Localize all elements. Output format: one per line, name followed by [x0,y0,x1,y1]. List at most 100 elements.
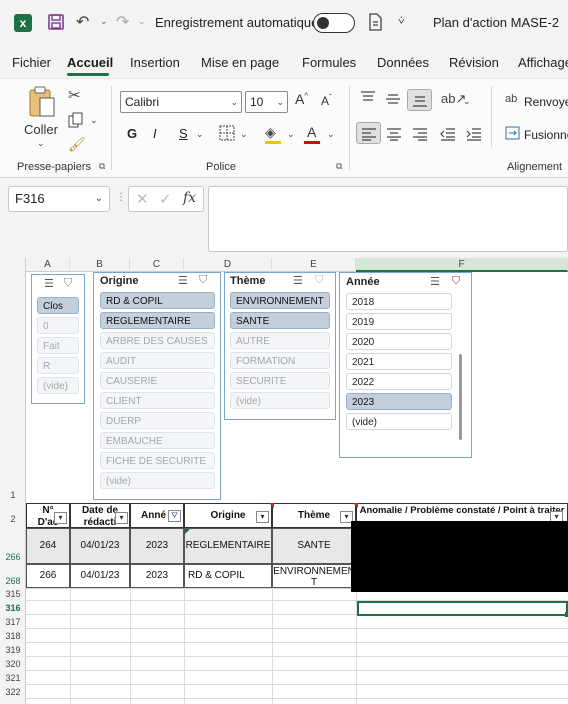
undo-icon[interactable]: ↶ [76,12,89,32]
font-size-select[interactable]: 10 ⌄ [245,91,288,113]
slicer-item[interactable]: ENVIRONNEMENT [230,292,330,309]
slicer-item[interactable]: Fait [37,337,79,354]
row-header[interactable]: 266 [0,552,26,562]
filter-dropdown-icon[interactable]: ▾ [115,512,128,524]
align-left-button[interactable] [356,122,381,144]
fill-color-dropdown-icon[interactable]: ⌄ [287,129,295,140]
row-header[interactable]: 2 [0,514,26,524]
slicer-item[interactable]: AUDIT [100,352,215,369]
tab-mise-en-page[interactable]: Mise en page [201,55,279,70]
row-header[interactable]: 316 [0,603,26,613]
borders-dropdown-icon[interactable]: ⌄ [240,129,248,140]
tab-insertion[interactable]: Insertion [130,55,180,70]
orientation-dropdown-icon[interactable]: ⌄ [463,96,471,107]
select-all-corner[interactable] [0,258,26,272]
row-header[interactable]: 317 [0,617,26,627]
filter-active-icon[interactable]: ⛛ [168,510,181,522]
autosave-toggle[interactable] [313,13,355,33]
slicer-item[interactable]: ARBRE DES CAUSES [100,332,215,349]
slicer-item[interactable]: AUTRE [230,332,330,349]
slicer-item[interactable]: SECURITE [230,372,330,389]
copy-dropdown-icon[interactable]: ⌄ [90,115,98,126]
paste-button[interactable]: Coller [24,122,58,137]
merge-icon[interactable] [505,126,520,143]
col-header-c[interactable]: C [130,258,184,272]
clipboard-launcher-icon[interactable]: ⧉ [99,161,105,172]
more-options-icon[interactable]: ⋮ [116,192,126,203]
multi-select-icon[interactable]: ☰ [178,274,188,287]
clear-filter-icon[interactable]: ⛉ [315,274,323,287]
filter-dropdown-icon[interactable]: ▾ [256,511,269,523]
cut-icon[interactable]: ✂ [68,86,81,104]
row-header[interactable]: 319 [0,645,26,655]
tab-fichier[interactable]: Fichier [12,55,51,70]
decrease-font-icon[interactable]: Aˇ [321,93,332,108]
undo-dropdown-icon[interactable]: ⌄ [100,16,108,27]
col-header-e[interactable]: E [272,258,356,272]
table-cell[interactable]: ENVIRONNEMENT [272,564,356,588]
slicer-item[interactable]: 2023 [346,393,452,410]
align-center-icon[interactable] [386,127,402,144]
tab-formules[interactable]: Formules [302,55,356,70]
col-header-b[interactable]: B [70,258,130,272]
multi-select-icon[interactable]: ☰ [293,274,303,287]
row-header[interactable]: 268 [0,576,26,586]
table-cell[interactable]: 04/01/23 [70,564,130,588]
slicer-item[interactable]: 2020 [346,333,452,350]
clear-filter-icon[interactable]: ⛉ [64,277,72,290]
slicer-scrollbar[interactable] [459,354,462,440]
paste-dropdown-icon[interactable]: ⌄ [37,138,45,149]
table-cell[interactable]: 2023 [130,528,184,564]
slicer-item[interactable]: 2018 [346,293,452,310]
table-cell[interactable]: 2023 [130,564,184,588]
filter-dropdown-icon[interactable]: ▾ [54,512,67,524]
row-header[interactable]: 320 [0,659,26,669]
col-header-d[interactable]: D [184,258,272,272]
row-header[interactable]: 315 [0,589,26,599]
decrease-indent-icon[interactable] [440,127,456,144]
align-bottom-button[interactable] [407,89,432,111]
align-middle-icon[interactable] [385,92,401,109]
fill-color-icon[interactable]: ◈ [265,124,276,141]
save-icon[interactable] [47,13,65,36]
enter-icon[interactable]: ✓ [159,190,172,208]
slicer-item[interactable]: 2021 [346,353,452,370]
wrap-text-icon[interactable]: ab [505,93,517,105]
font-name-select[interactable]: Calibri ⌄ [120,91,242,113]
slicer-item[interactable]: EMBAUCHE [100,432,215,449]
col-header-a[interactable]: A [26,258,70,272]
table-cell[interactable]: 266 [26,564,70,588]
redo-icon[interactable]: ↷ [116,12,129,32]
slicer-item[interactable]: FICHE DE SECURITE [100,452,215,469]
slicer-item[interactable]: DUERP [100,412,215,429]
font-color-icon[interactable]: A [307,124,316,140]
active-cell[interactable] [357,601,568,616]
slicer-item[interactable]: SANTE [230,312,330,329]
clear-filter-icon[interactable]: ⛉ [199,274,207,287]
slicer-item[interactable]: FORMATION [230,352,330,369]
increase-font-icon[interactable]: A^ [295,91,308,107]
format-painter-icon[interactable]: 🖌 [68,136,86,153]
slicer-item[interactable]: (vide) [37,377,79,394]
slicer-item[interactable]: R [37,357,79,374]
bold-button[interactable]: G [127,126,137,141]
multi-select-icon[interactable]: ☰ [430,275,440,288]
slicer-item[interactable]: Clos [37,297,79,314]
multi-select-icon[interactable]: ☰ [44,277,54,290]
table-cell[interactable]: RD & COPIL [184,564,272,588]
table-cell[interactable]: 04/01/23 [70,528,130,564]
slicer-item[interactable]: CLIENT [100,392,215,409]
align-top-icon[interactable] [360,91,376,108]
insert-function-icon[interactable]: fx [183,190,196,206]
table-cell[interactable]: REGLEMENTAIRE [184,528,272,564]
row-header[interactable]: 321 [0,673,26,683]
slicer-item[interactable]: RD & COPIL [100,292,215,309]
row-header[interactable]: 322 [0,687,26,697]
slicer-item[interactable]: (vide) [100,472,215,489]
customize-qat-icon[interactable]: ⩒ [398,15,405,28]
underline-button[interactable]: S [179,126,188,141]
slicer-item[interactable]: CAUSERIE [100,372,215,389]
clear-filter-icon[interactable]: ⛉ [452,275,460,288]
row-header[interactable]: 318 [0,631,26,641]
slicer-item[interactable]: (vide) [346,413,452,430]
